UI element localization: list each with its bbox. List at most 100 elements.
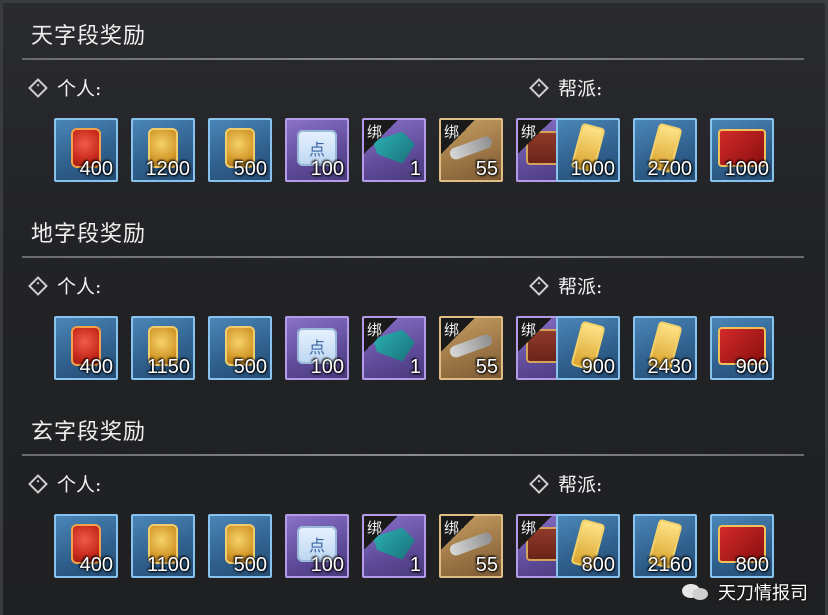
section-divider bbox=[22, 256, 804, 258]
section-divider bbox=[22, 58, 804, 60]
wechat-icon bbox=[682, 582, 710, 602]
diamond-bullet-icon bbox=[28, 473, 48, 494]
personal-label: 个人: bbox=[28, 74, 102, 101]
reward-items-row: 4001200500100绑1绑55绑100027001000 bbox=[0, 118, 828, 188]
item-count: 500 bbox=[233, 554, 267, 576]
reward-item[interactable]: 1100 bbox=[131, 514, 195, 578]
reward-section: 玄字段奖励个人:帮派:4001100500100绑1绑55绑8002160800 bbox=[0, 396, 828, 594]
item-count: 400 bbox=[79, 158, 113, 180]
guild-label-text: 帮派: bbox=[558, 276, 603, 298]
section-title: 地字段奖励 bbox=[31, 222, 147, 247]
bound-tag: 绑 bbox=[518, 120, 552, 154]
reward-item[interactable]: 2160 bbox=[633, 514, 697, 578]
reward-items-row: 4001100500100绑1绑55绑8002160800 bbox=[0, 514, 828, 584]
diamond-bullet-icon bbox=[28, 275, 48, 296]
reward-item[interactable]: 绑 55 bbox=[439, 316, 503, 380]
item-count: 2700 bbox=[647, 158, 693, 180]
item-count: 800 bbox=[735, 554, 769, 576]
diamond-bullet-icon bbox=[529, 275, 549, 296]
item-count: 1 bbox=[409, 356, 421, 378]
bound-tag: 绑 bbox=[518, 516, 552, 550]
personal-label-text: 个人: bbox=[57, 276, 102, 298]
reward-section: 天字段奖励个人:帮派:4001200500100绑1绑55绑1000270010… bbox=[0, 0, 828, 198]
item-count: 100 bbox=[310, 158, 344, 180]
reward-item[interactable]: 1000 bbox=[710, 118, 774, 182]
diamond-bullet-icon bbox=[529, 473, 549, 494]
personal-label-text: 个人: bbox=[57, 78, 102, 100]
section-title: 玄字段奖励 bbox=[31, 420, 147, 445]
item-count: 1 bbox=[409, 554, 421, 576]
item-count: 55 bbox=[475, 158, 498, 180]
item-count: 1000 bbox=[724, 158, 770, 180]
reward-item[interactable]: 100 bbox=[285, 316, 349, 380]
reward-item[interactable]: 500 bbox=[208, 514, 272, 578]
item-count: 2160 bbox=[647, 554, 693, 576]
item-count: 400 bbox=[79, 356, 113, 378]
reward-item[interactable]: 2430 bbox=[633, 316, 697, 380]
diamond-bullet-icon bbox=[529, 77, 549, 98]
reward-item[interactable]: 1000 bbox=[556, 118, 620, 182]
bound-label: 绑 bbox=[367, 519, 383, 537]
bound-tag: 绑 bbox=[518, 318, 552, 352]
item-count: 500 bbox=[233, 158, 267, 180]
reward-item[interactable]: 100 bbox=[285, 118, 349, 182]
section-divider bbox=[22, 454, 804, 456]
item-count: 55 bbox=[475, 554, 498, 576]
item-count: 2430 bbox=[647, 356, 693, 378]
reward-item[interactable]: 400 bbox=[54, 118, 118, 182]
bound-label: 绑 bbox=[367, 123, 383, 141]
reward-section: 地字段奖励个人:帮派:4001150500100绑1绑55绑9002430900 bbox=[0, 198, 828, 396]
bound-label: 绑 bbox=[521, 519, 537, 537]
bound-tag: 绑 bbox=[364, 516, 398, 550]
reward-item[interactable]: 900 bbox=[556, 316, 620, 380]
reward-item[interactable]: 绑1 bbox=[362, 514, 426, 578]
bound-label: 绑 bbox=[444, 519, 460, 537]
bound-label: 绑 bbox=[444, 123, 460, 141]
personal-label-text: 个人: bbox=[57, 474, 102, 496]
bound-tag: 绑 bbox=[441, 120, 475, 154]
item-count: 1150 bbox=[146, 356, 190, 378]
reward-item[interactable]: 500 bbox=[208, 316, 272, 380]
section-title: 天字段奖励 bbox=[31, 24, 147, 49]
bound-label: 绑 bbox=[521, 321, 537, 339]
reward-item[interactable]: 绑1 bbox=[362, 316, 426, 380]
bound-tag: 绑 bbox=[364, 120, 398, 154]
reward-item[interactable]: 900 bbox=[710, 316, 774, 380]
item-count: 900 bbox=[735, 356, 769, 378]
reward-items-row: 4001150500100绑1绑55绑9002430900 bbox=[0, 316, 828, 386]
item-count: 55 bbox=[475, 356, 498, 378]
diamond-bullet-icon bbox=[28, 77, 48, 98]
reward-item[interactable]: 1200 bbox=[131, 118, 195, 182]
item-count: 100 bbox=[310, 554, 344, 576]
item-count: 1100 bbox=[146, 554, 190, 576]
personal-label: 个人: bbox=[28, 470, 102, 497]
reward-item[interactable]: 2700 bbox=[633, 118, 697, 182]
item-count: 500 bbox=[233, 356, 267, 378]
item-count: 400 bbox=[79, 554, 113, 576]
reward-item[interactable]: 绑1 bbox=[362, 118, 426, 182]
reward-item[interactable]: 1150 bbox=[131, 316, 195, 380]
reward-item[interactable]: 400 bbox=[54, 514, 118, 578]
guild-label-text: 帮派: bbox=[558, 78, 603, 100]
reward-item[interactable]: 400 bbox=[54, 316, 118, 380]
guild-label: 帮派: bbox=[529, 272, 603, 299]
bound-tag: 绑 bbox=[441, 318, 475, 352]
bound-label: 绑 bbox=[521, 123, 537, 141]
guild-label-text: 帮派: bbox=[558, 474, 603, 496]
bound-tag: 绑 bbox=[441, 516, 475, 550]
item-count: 1 bbox=[409, 158, 421, 180]
reward-item[interactable]: 绑 55 bbox=[439, 514, 503, 578]
bound-tag: 绑 bbox=[364, 318, 398, 352]
bound-label: 绑 bbox=[444, 321, 460, 339]
watermark-text: 天刀情报司 bbox=[718, 583, 808, 604]
reward-item[interactable]: 800 bbox=[556, 514, 620, 578]
reward-item[interactable]: 500 bbox=[208, 118, 272, 182]
reward-item[interactable]: 绑 55 bbox=[439, 118, 503, 182]
watermark: 天刀情报司 bbox=[682, 579, 808, 605]
reward-item[interactable]: 100 bbox=[285, 514, 349, 578]
item-count: 1200 bbox=[145, 158, 191, 180]
reward-item[interactable]: 800 bbox=[710, 514, 774, 578]
personal-label: 个人: bbox=[28, 272, 102, 299]
guild-label: 帮派: bbox=[529, 74, 603, 101]
item-count: 900 bbox=[581, 356, 615, 378]
